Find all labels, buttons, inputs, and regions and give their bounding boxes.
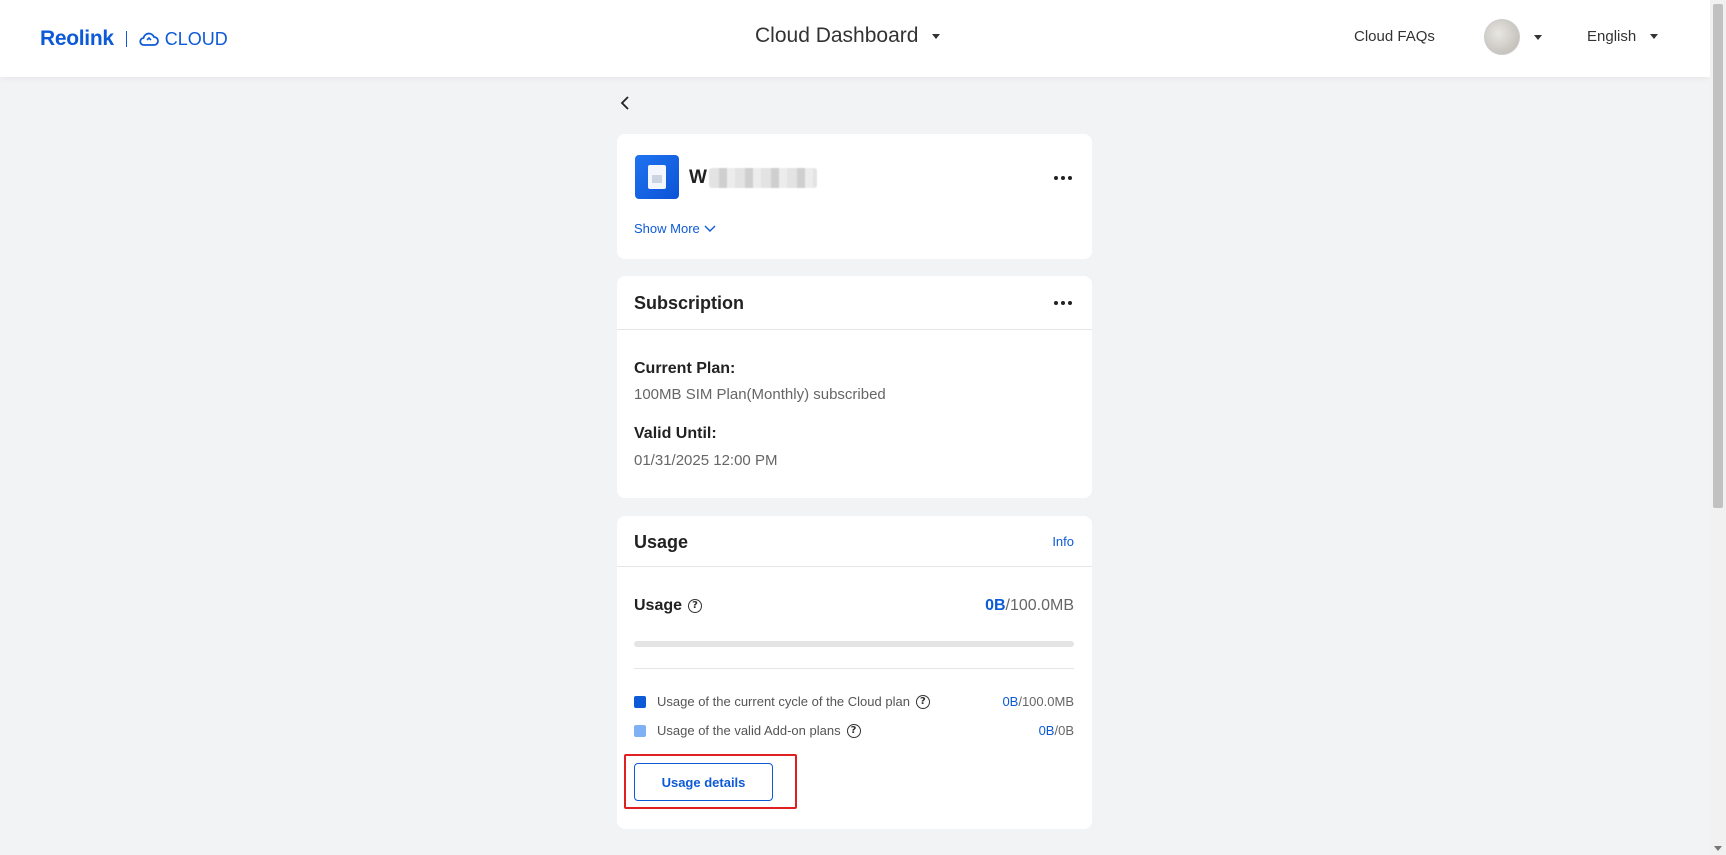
device-name-text: W xyxy=(689,167,707,188)
current-plan-value: 100MB SIM Plan(Monthly) subscribed xyxy=(634,386,886,403)
top-header: Reolink CLOUD Cloud Dashboard Cloud FAQs… xyxy=(0,0,1710,77)
dashboard-switcher[interactable]: Cloud Dashboard xyxy=(755,24,941,48)
usage-row-used: 0B xyxy=(1002,694,1019,709)
help-icon[interactable]: ? xyxy=(846,723,861,738)
logo-divider xyxy=(125,31,127,47)
cloud-logo: CLOUD xyxy=(139,29,228,50)
subscription-card: Subscription Current Plan: 100MB SIM Pla… xyxy=(617,276,1092,498)
reolink-cloud-logo[interactable]: Reolink CLOUD xyxy=(40,27,228,51)
show-more-label: Show More xyxy=(634,221,700,236)
sim-device-icon xyxy=(635,155,679,199)
chevron-down-icon xyxy=(1534,34,1542,40)
legend-swatch xyxy=(634,695,646,708)
usage-row-total: /0B xyxy=(1054,723,1074,738)
redacted-name xyxy=(708,168,817,188)
help-icon[interactable]: ? xyxy=(915,694,930,709)
current-plan-label: Current Plan: xyxy=(634,360,736,377)
device-card: W Show More xyxy=(617,134,1092,259)
usage-card: Usage Info Usage ? 0B/100.0MB Usage of t… xyxy=(617,516,1092,829)
device-more-icon[interactable] xyxy=(1054,176,1072,180)
chevron-down-icon xyxy=(932,33,941,39)
valid-until-value: 01/31/2025 12:00 PM xyxy=(634,452,778,469)
subscription-title: Subscription xyxy=(634,293,745,313)
account-menu[interactable] xyxy=(1484,19,1542,55)
usage-row-used: 0B xyxy=(1038,723,1055,738)
cloud-label: CLOUD xyxy=(164,28,228,49)
chevron-down-icon xyxy=(1650,34,1659,39)
divider xyxy=(634,668,1074,669)
usage-total: 0B/100.0MB xyxy=(985,597,1074,615)
usage-details-button[interactable]: Usage details xyxy=(634,763,773,801)
usage-label: Usage ? xyxy=(634,597,703,615)
usage-title: Usage xyxy=(634,532,689,552)
divider xyxy=(617,566,1092,567)
usage-row-amount: 0B/100.0MB xyxy=(1002,694,1074,709)
usage-row-amount: 0B/0B xyxy=(1039,723,1074,738)
usage-row-cloud-plan: Usage of the current cycle of the Cloud … xyxy=(634,694,1074,709)
device-name: W xyxy=(689,167,817,189)
usage-info-link[interactable]: Info xyxy=(1052,534,1074,549)
show-more-toggle[interactable]: Show More xyxy=(634,221,716,236)
brand-name: Reolink xyxy=(40,27,114,50)
page-scrollbar[interactable] xyxy=(1710,0,1726,855)
usage-limit: /100.0MB xyxy=(1005,597,1074,614)
cloud-faqs-link[interactable]: Cloud FAQs xyxy=(1354,28,1435,45)
scrollbar-thumb[interactable] xyxy=(1713,4,1723,508)
usage-row-total: /100.0MB xyxy=(1018,694,1074,709)
back-arrow-icon[interactable] xyxy=(617,94,635,112)
valid-until-label: Valid Until: xyxy=(634,425,717,442)
language-selector[interactable]: English xyxy=(1587,28,1659,45)
page-title: Cloud Dashboard xyxy=(755,24,919,47)
chevron-down-icon xyxy=(704,225,716,232)
usage-label-text: Usage xyxy=(634,597,683,614)
usage-row-label: Usage of the valid Add-on plans xyxy=(657,723,841,738)
legend-swatch xyxy=(634,724,646,737)
usage-used: 0B xyxy=(985,597,1006,614)
usage-row-label: Usage of the current cycle of the Cloud … xyxy=(657,694,910,709)
subscription-more-icon[interactable] xyxy=(1054,301,1072,305)
avatar xyxy=(1484,19,1520,55)
scroll-down-icon[interactable] xyxy=(1714,846,1722,851)
language-label: English xyxy=(1587,28,1637,45)
cloud-icon xyxy=(139,32,159,46)
divider xyxy=(617,329,1092,330)
usage-progress-bar xyxy=(634,641,1074,647)
usage-row-addon: Usage of the valid Add-on plans? 0B/0B xyxy=(634,723,1074,738)
help-icon[interactable]: ? xyxy=(688,599,703,613)
